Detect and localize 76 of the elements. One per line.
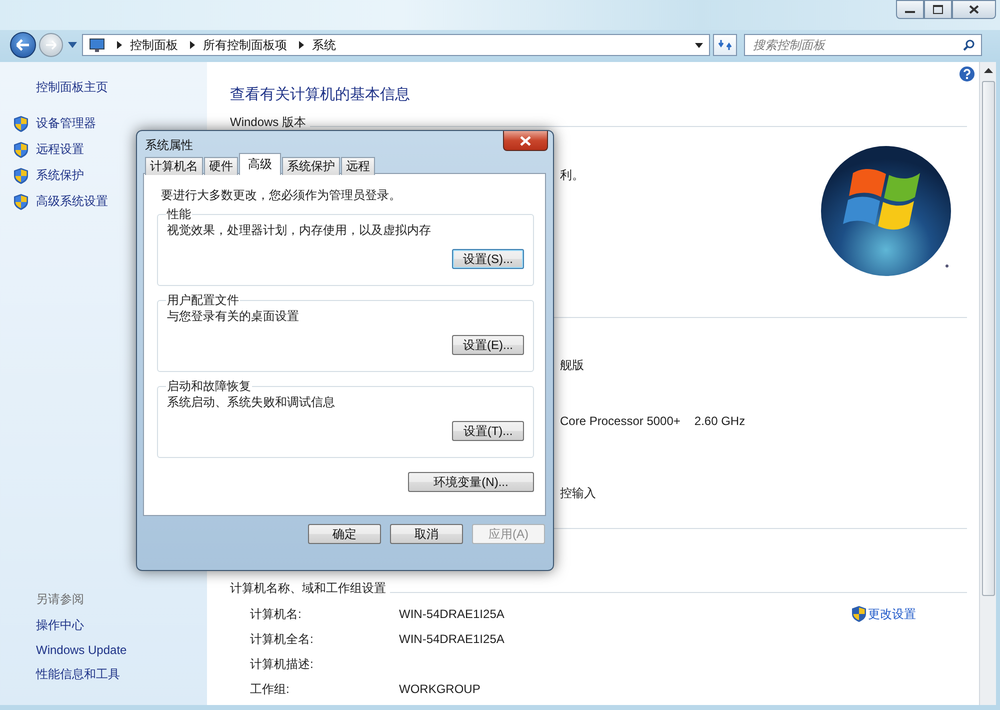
close-button[interactable]: [952, 0, 996, 19]
field-label: 计算机描述:: [250, 656, 314, 672]
group-description: 与您登录有关的桌面设置: [167, 308, 300, 324]
close-icon: [969, 5, 979, 14]
sidebar-link[interactable]: 性能信息和工具: [36, 666, 207, 683]
shield-icon: [14, 168, 28, 184]
close-icon: [520, 136, 531, 146]
chevron-icon[interactable]: [117, 41, 122, 49]
settings-button[interactable]: 设置(S)...: [452, 249, 524, 269]
chevron-icon[interactable]: [190, 41, 195, 49]
sidebar-link[interactable]: 系统保护: [36, 167, 84, 184]
caret-icon[interactable]: [695, 42, 703, 48]
shield-icon: [852, 606, 866, 622]
breadcrumb-item[interactable]: 所有控制面板项: [203, 36, 287, 54]
maximize-icon: [933, 5, 943, 14]
dialog-title: 系统属性: [144, 137, 193, 154]
arrow-right-icon: [45, 40, 57, 50]
page-heading: 查看有关计算机的基本信息: [230, 86, 411, 104]
sidebar-link[interactable]: 控制面板主页: [36, 79, 207, 96]
back-button[interactable]: [10, 32, 36, 58]
sidebar-link[interactable]: 设备管理器: [36, 115, 96, 132]
search-icon[interactable]: [963, 39, 975, 51]
group-title: 启动和故障恢复: [166, 379, 252, 393]
info-text: 控输入: [560, 485, 596, 501]
info-text: Core Processor 5000+: [560, 413, 680, 429]
scrollbar[interactable]: [979, 62, 996, 705]
address-bar[interactable]: 控制面板 所有控制面板项 系统: [82, 34, 710, 56]
field-value: WIN-54DRAE1I25A: [399, 606, 504, 622]
scroll-thumb[interactable]: [982, 81, 994, 596]
tab[interactable]: 计算机名: [145, 157, 203, 175]
refresh-button[interactable]: [713, 34, 737, 56]
dialog-button[interactable]: 确定: [308, 524, 381, 544]
field-label: 计算机全名:: [250, 631, 314, 647]
tab[interactable]: 系统保护: [282, 157, 340, 175]
field-value: WIN-54DRAE1I25A: [399, 631, 504, 647]
field-label: 工作组:: [250, 681, 290, 697]
close-button[interactable]: [503, 131, 548, 151]
refresh-icon: [718, 38, 732, 52]
section-label: 另请参阅: [36, 591, 85, 608]
info-text: 2.60 GHz: [694, 413, 746, 429]
settings-button[interactable]: 设置(T)...: [452, 421, 524, 441]
sidebar-link[interactable]: 高级系统设置: [36, 193, 108, 210]
sidebar-link[interactable]: 操作中心: [36, 617, 207, 634]
monitor-icon: [89, 38, 105, 52]
field-value: WORKGROUP: [399, 681, 480, 697]
search-field[interactable]: 搜索控制面板: [744, 34, 982, 56]
help-icon[interactable]: [959, 66, 975, 82]
breadcrumb-item[interactable]: 系统: [312, 36, 336, 54]
shield-icon: [14, 116, 28, 132]
notice-text: 要进行大多数更改，您必须作为管理员登录。: [160, 187, 402, 203]
group-description: 系统启动、系统失败和调试信息: [167, 394, 336, 410]
environment-variables-button[interactable]: 环境变量(N)...: [408, 472, 534, 492]
group-title: 用户配置文件: [166, 293, 240, 307]
sidebar-link[interactable]: Windows Update: [36, 643, 207, 657]
minimize-button[interactable]: [896, 0, 924, 19]
dialog-button[interactable]: 取消: [390, 524, 463, 544]
chevron-icon[interactable]: [299, 41, 304, 49]
breadcrumb-item[interactable]: 控制面板: [130, 36, 178, 54]
scroll-up-icon[interactable]: [984, 68, 992, 73]
info-text: 利。: [559, 167, 584, 183]
shield-icon: [14, 142, 28, 158]
section-title: Windows 版本: [230, 114, 306, 130]
tab[interactable]: 高级: [239, 153, 281, 175]
change-settings-link[interactable]: 更改设置: [868, 606, 916, 622]
settings-button[interactable]: 设置(E)...: [452, 335, 524, 355]
field-label: 计算机名:: [250, 606, 302, 622]
sidebar-link[interactable]: 远程设置: [36, 141, 84, 158]
shield-icon: [14, 194, 28, 210]
tab[interactable]: 硬件: [204, 157, 238, 175]
arrow-left-icon: [16, 39, 30, 51]
tab[interactable]: 远程: [341, 157, 375, 175]
group-title: 性能: [166, 207, 192, 221]
section-title: 计算机名称、域和工作组设置: [230, 580, 386, 596]
info-text: 舰版: [560, 357, 584, 373]
group-description: 视觉效果，处理器计划，内存使用，以及虚拟内存: [167, 222, 432, 238]
maximize-button[interactable]: [924, 0, 952, 19]
